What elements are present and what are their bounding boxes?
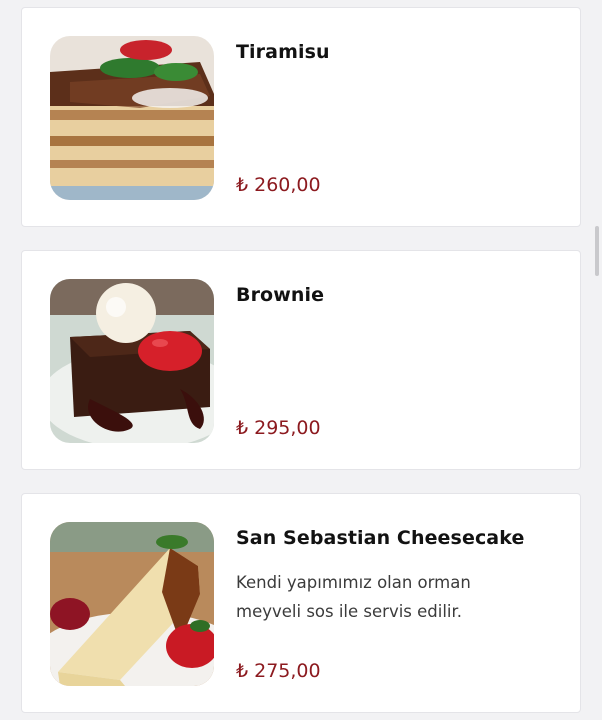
menu-item-name: Brownie <box>236 284 325 306</box>
menu-item-card[interactable]: Tiramisu ₺ 260,00 <box>21 7 581 227</box>
menu-item-price: ₺ 260,00 <box>236 174 321 196</box>
cheesecake-image <box>50 522 214 686</box>
menu-item-description: Kendi yapımımız olan orman meyveli sos i… <box>236 573 471 621</box>
menu-item-price: ₺ 295,00 <box>236 417 321 439</box>
menu-screen: Tiramisu ₺ 260,00 Brownie ₺ 295,00 San S… <box>0 0 602 720</box>
scrollbar-thumb[interactable] <box>595 226 599 276</box>
menu-item-card[interactable]: Brownie ₺ 295,00 <box>21 250 581 470</box>
menu-item-price: ₺ 275,00 <box>236 660 321 682</box>
menu-item-name: San Sebastian Cheesecake <box>236 527 525 549</box>
menu-item-card[interactable]: San Sebastian Cheesecake Kendi yapımımız… <box>21 493 581 713</box>
brownie-image <box>50 279 214 443</box>
tiramisu-image <box>50 36 214 200</box>
menu-item-name: Tiramisu <box>236 41 330 63</box>
